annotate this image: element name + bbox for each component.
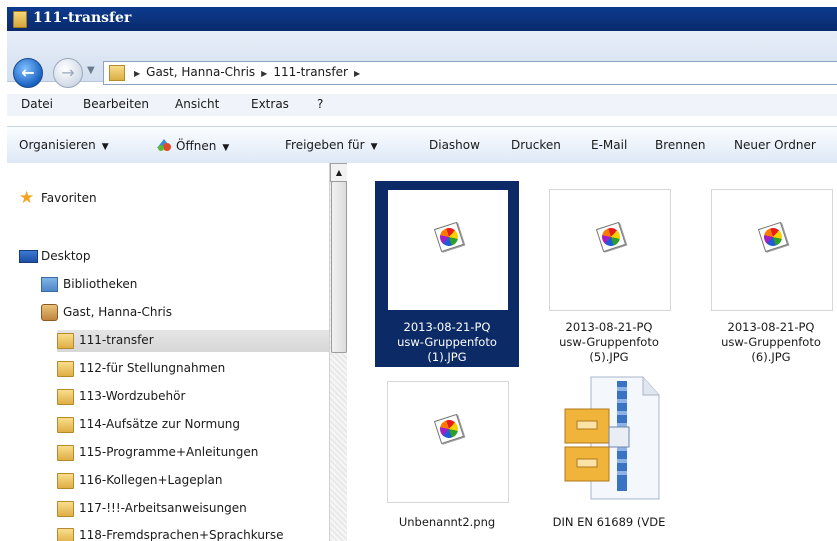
- address-bar[interactable]: ▶ Gast, Hanna-Chris ▶ 111-transfer ▶: [103, 61, 837, 85]
- folder-icon: [109, 65, 125, 81]
- tree-item-folder[interactable]: 117-!!!-Arbeitsanweisungen: [57, 498, 329, 520]
- folder-icon: [57, 528, 74, 541]
- file-thumbnail: [711, 189, 833, 311]
- menu-bar: Datei Bearbeiten Ansicht Extras ?: [7, 94, 837, 116]
- share-button[interactable]: Freigeben für ▼: [285, 138, 378, 152]
- file-thumbnail: [387, 381, 509, 503]
- chevron-right-icon[interactable]: ▶: [354, 69, 360, 78]
- tree-item-favorites[interactable]: ★ Favoriten: [19, 188, 319, 210]
- desktop-icon: [19, 250, 38, 263]
- back-arrow-icon[interactable]: ←: [13, 58, 43, 88]
- tree-item-folder[interactable]: 115-Programme+Anleitungen: [57, 442, 329, 464]
- new-folder-button[interactable]: Neuer Ordner: [734, 138, 816, 152]
- file-name: 2013-08-21-PQ usw-Gruppenfoto (5).JPG: [559, 320, 659, 364]
- library-icon: [41, 277, 58, 292]
- folder-icon: [57, 501, 74, 517]
- folder-icon: [57, 445, 74, 461]
- command-toolbar: Organisieren ▼ Öffnen ▼ Freigeben für ▼ Dia…: [7, 126, 837, 164]
- title-bar[interactable]: 111-transfer: [7, 7, 837, 31]
- file-name: Unbenannt2.png: [398, 515, 496, 529]
- zip-archive-icon: [564, 376, 660, 500]
- file-item[interactable]: Unbenannt2.png: [375, 373, 519, 541]
- forward-arrow-icon[interactable]: →: [53, 58, 83, 88]
- tree-item-folder[interactable]: 113-Wordzubehör: [57, 386, 329, 408]
- menu-ansicht[interactable]: Ansicht: [175, 97, 219, 111]
- organize-button[interactable]: Organisieren ▼: [19, 138, 109, 152]
- window-title: 111-transfer: [33, 10, 132, 26]
- image-file-icon: [595, 221, 627, 253]
- breadcrumb: ▶ Gast, Hanna-Chris ▶ 111-transfer ▶: [132, 65, 366, 79]
- tree-item-folder[interactable]: 112-für Stellungnahmen: [57, 358, 329, 380]
- menu-extras[interactable]: Extras: [251, 97, 289, 111]
- chevron-down-icon: ▼: [101, 142, 109, 152]
- file-name: 2013-08-21-PQ usw-Gruppenfoto (6).JPG: [721, 320, 821, 364]
- chevron-down-icon: ▼: [222, 143, 230, 153]
- file-name: DIN EN 61689 (VDE: [552, 515, 666, 529]
- image-file-icon: [433, 413, 465, 445]
- navigation-bar: ← → ▼ ▶ Gast, Hanna-Chris ▶ 111-transfer ▶: [7, 31, 837, 88]
- user-folder-icon: [41, 304, 58, 321]
- scrollbar-thumb[interactable]: [331, 181, 347, 353]
- recent-pages-dropdown[interactable]: ▼: [87, 65, 95, 76]
- print-button[interactable]: Drucken: [511, 138, 561, 152]
- folder-icon: [57, 389, 74, 405]
- folder-icon: [13, 11, 27, 28]
- file-item[interactable]: 2013-08-21-PQ usw-Gruppenfoto (1).JPG: [375, 181, 519, 367]
- breadcrumb-item-user[interactable]: Gast, Hanna-Chris: [146, 65, 255, 79]
- navigation-pane: ★ Favoriten Desktop Bibliotheken Gast, H…: [7, 163, 329, 541]
- tree-item-folder[interactable]: 114-Aufsätze zur Normung: [57, 414, 329, 436]
- menu-help[interactable]: ?: [317, 97, 323, 111]
- tree-item-folder[interactable]: 116-Kollegen+Lageplan: [57, 470, 329, 492]
- folder-icon: [57, 473, 74, 489]
- tree-scrollbar[interactable]: ▲: [329, 163, 348, 541]
- tree-item-desktop[interactable]: Desktop: [19, 246, 319, 268]
- star-icon: ★: [19, 188, 35, 208]
- tree-item-libraries[interactable]: Bibliotheken: [41, 274, 321, 296]
- menu-bearbeiten[interactable]: Bearbeiten: [83, 97, 149, 111]
- folder-icon: [57, 417, 74, 433]
- menu-datei[interactable]: Datei: [21, 97, 53, 111]
- folder-icon: [57, 361, 74, 377]
- tree-item-user[interactable]: Gast, Hanna-Chris: [41, 302, 321, 324]
- burn-button[interactable]: Brennen: [655, 138, 705, 152]
- tree-item-folder[interactable]: 118-Fremdsprachen+Sprachkurse: [57, 525, 329, 541]
- file-list: 2013-08-21-PQ usw-Gruppenfoto (1).JPG 20…: [347, 163, 837, 541]
- file-item[interactable]: DIN EN 61689 (VDE: [537, 373, 681, 541]
- tree-item-folder[interactable]: 111-transfer: [57, 330, 329, 352]
- file-item[interactable]: 2013-08-21-PQ usw-Gruppenfoto (5).JPG: [537, 181, 681, 367]
- breadcrumb-item-current[interactable]: 111-transfer: [273, 65, 348, 79]
- open-button[interactable]: Öffnen ▼: [155, 138, 229, 153]
- open-with-icon: [157, 139, 171, 151]
- file-item[interactable]: 2013-08-21-PQ usw-Gruppenfoto (6).JPG: [699, 181, 837, 367]
- slideshow-button[interactable]: Diashow: [429, 138, 480, 152]
- file-name: 2013-08-21-PQ usw-Gruppenfoto (1).JPG: [397, 320, 497, 364]
- image-file-icon: [757, 221, 789, 253]
- chevron-right-icon[interactable]: ▶: [134, 69, 140, 78]
- scroll-up-arrow-icon[interactable]: ▲: [330, 163, 348, 182]
- email-button[interactable]: E-Mail: [591, 138, 627, 152]
- folder-icon: [57, 333, 74, 349]
- image-file-icon: [433, 221, 465, 253]
- file-thumbnail: [549, 189, 671, 311]
- file-thumbnail: [387, 189, 509, 311]
- chevron-down-icon: ▼: [370, 142, 378, 152]
- chevron-right-icon[interactable]: ▶: [261, 69, 267, 78]
- explorer-window: 111-transfer ← → ▼ ▶ Gast, Hanna-Chris ▶ 11…: [7, 7, 837, 541]
